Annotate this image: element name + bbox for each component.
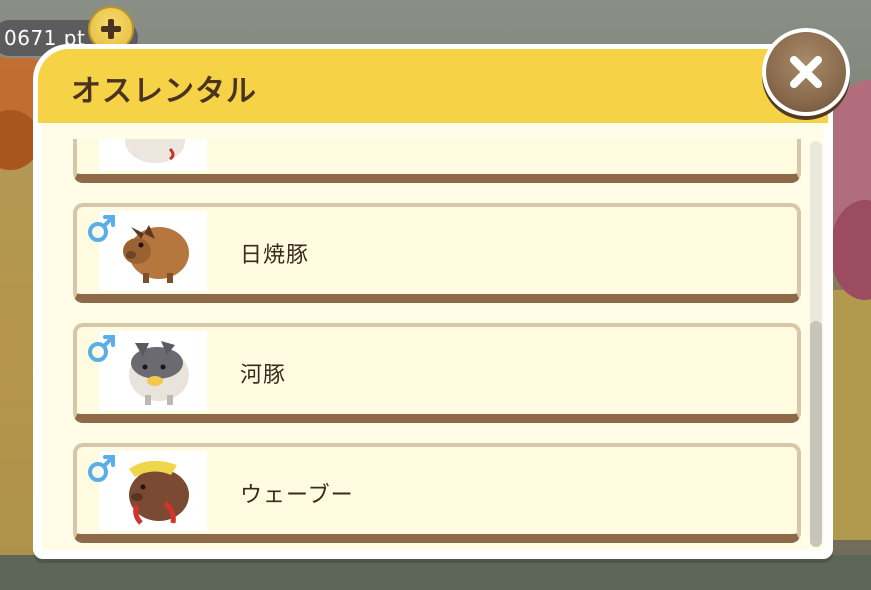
pig-portrait-icon bbox=[123, 225, 189, 283]
close-icon bbox=[790, 56, 822, 88]
background-floor bbox=[0, 555, 871, 590]
close-button[interactable] bbox=[762, 28, 850, 116]
rental-row[interactable]: 日焼豚 bbox=[73, 203, 801, 303]
game-scene: 0671 pt オスレンタル 日焼豚 河豚 ウェーブー bbox=[0, 0, 871, 590]
male-symbol-icon bbox=[88, 335, 115, 362]
dialog-header: オスレンタル bbox=[38, 49, 828, 123]
male-symbol-icon bbox=[88, 215, 115, 242]
dialog-title: オスレンタル bbox=[71, 74, 257, 109]
rental-name: ウェーブー bbox=[240, 483, 354, 508]
plus-icon bbox=[101, 19, 121, 39]
pig-portrait-icon bbox=[125, 139, 185, 163]
pig-portrait-icon bbox=[129, 460, 189, 525]
pig-portrait-icon bbox=[129, 341, 189, 405]
rental-row[interactable] bbox=[73, 139, 801, 183]
rental-list[interactable]: 日焼豚 河豚 ウェーブー bbox=[68, 139, 806, 551]
rental-row[interactable]: ウェーブー bbox=[73, 443, 801, 543]
rental-row[interactable]: 河豚 bbox=[73, 323, 801, 423]
rental-name: 河豚 bbox=[240, 363, 287, 388]
male-symbol-icon bbox=[88, 455, 115, 482]
pig-portrait bbox=[99, 139, 207, 171]
list-scrollbar[interactable] bbox=[810, 141, 822, 547]
scrollbar-thumb[interactable] bbox=[810, 321, 822, 547]
rental-dialog: オスレンタル 日焼豚 河豚 ウェーブー bbox=[33, 44, 833, 559]
rental-name: 日焼豚 bbox=[240, 243, 310, 268]
